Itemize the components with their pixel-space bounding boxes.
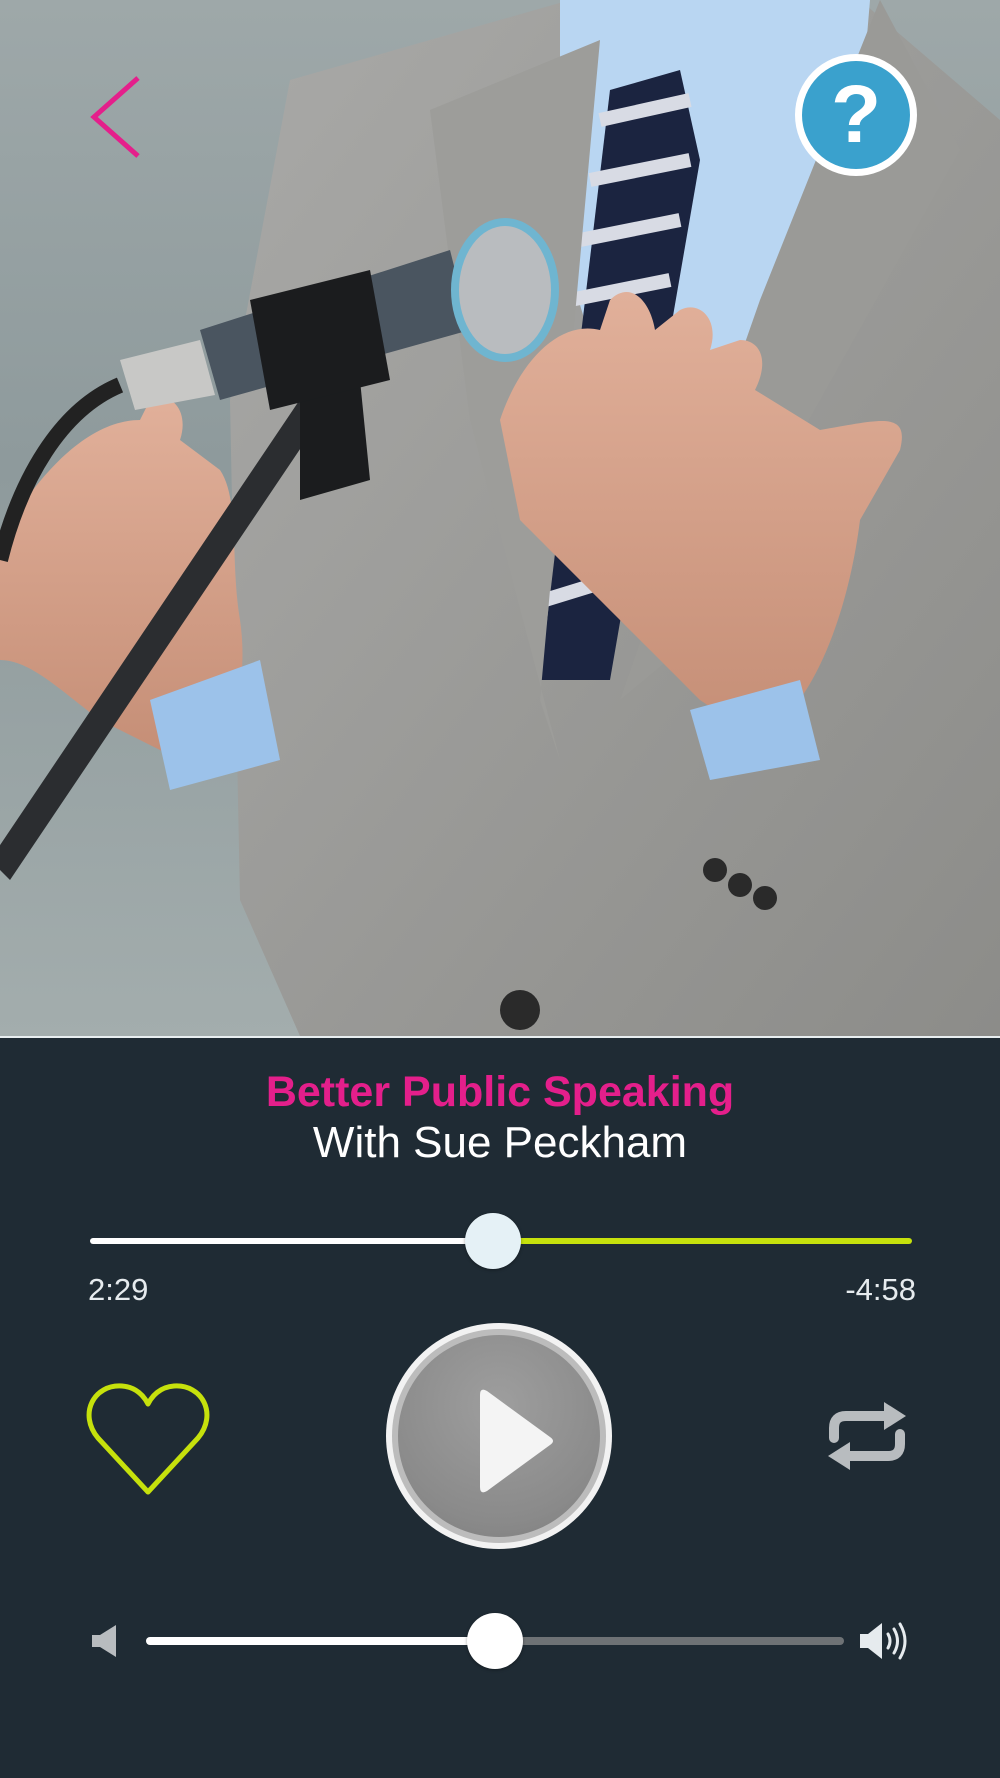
chevron-left-icon [90, 76, 140, 158]
back-button[interactable] [82, 72, 152, 162]
time-remaining: -4:58 [845, 1272, 916, 1307]
play-icon [480, 1389, 553, 1493]
volume-filled [146, 1637, 495, 1645]
progress-thumb[interactable] [464, 1213, 521, 1269]
hero-divider [0, 1036, 1000, 1038]
help-button[interactable]: ? [795, 54, 917, 176]
help-icon: ? [802, 61, 910, 169]
play-button-face [398, 1335, 600, 1537]
volume-high-icon [858, 1620, 908, 1662]
volume-thumb[interactable] [467, 1613, 523, 1669]
volume-rest [495, 1637, 844, 1645]
progress-remaining [492, 1238, 912, 1244]
favorite-button[interactable] [86, 1380, 210, 1498]
time-elapsed: 2:29 [88, 1272, 149, 1307]
repeat-icon [828, 1402, 906, 1470]
volume-low-icon [90, 1623, 120, 1659]
track-subtitle: With Sue Peckham [312, 1118, 688, 1167]
play-button[interactable] [386, 1323, 612, 1549]
heart-outline-icon [86, 1383, 210, 1495]
track-title: Better Public Speaking [265, 1068, 735, 1116]
repeat-button[interactable] [826, 1400, 908, 1472]
progress-played [90, 1238, 493, 1244]
